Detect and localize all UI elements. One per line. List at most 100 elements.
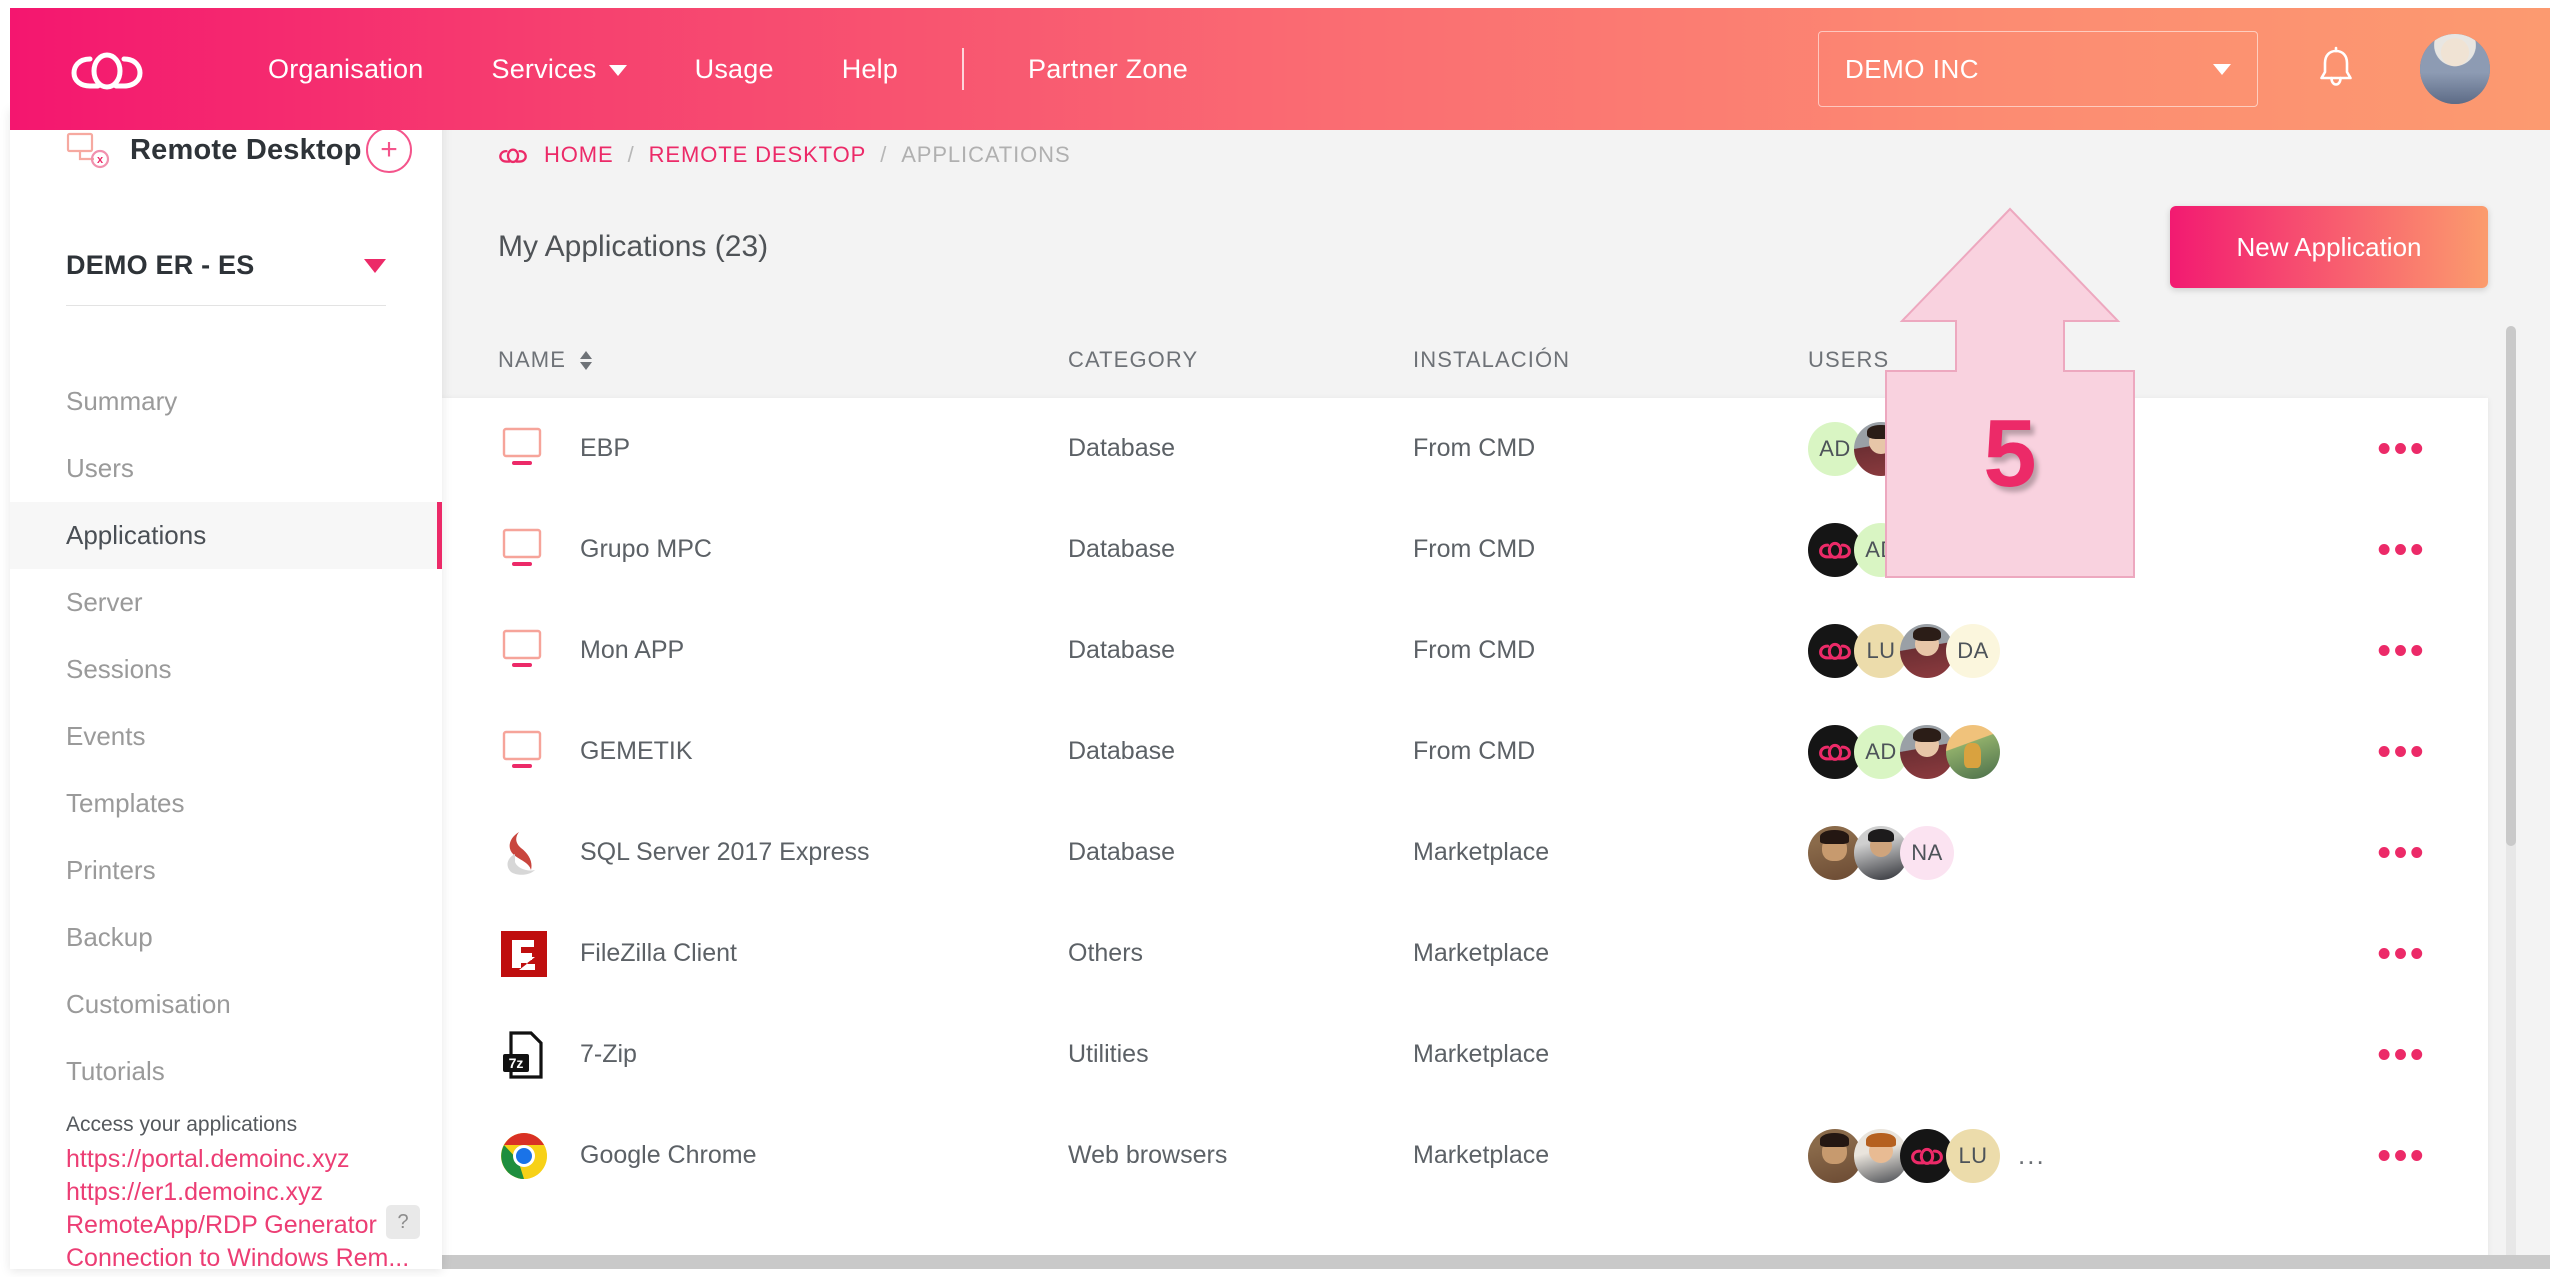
table-row[interactable]: Mon APP Database From CMD LU DA ••• xyxy=(442,600,2488,701)
vertical-scrollbar[interactable] xyxy=(2506,326,2516,1269)
column-label: NAME xyxy=(498,347,566,372)
avatar-image xyxy=(2420,34,2490,104)
bell-icon[interactable] xyxy=(2314,44,2358,94)
cell-name: GEMETIK xyxy=(498,729,1068,775)
nav-item-help[interactable]: Help xyxy=(808,54,932,85)
row-menu-icon[interactable]: ••• xyxy=(2316,1137,2488,1175)
sidebar-item-tutorials[interactable]: Tutorials xyxy=(10,1038,442,1105)
applications-table: EBP Database From CMD AD ••• Grupo MPC Databas… xyxy=(442,398,2488,1269)
sidebar-org-selector[interactable]: DEMO ER - ES xyxy=(66,250,386,306)
breadcrumb-remote-desktop[interactable]: REMOTE DESKTOP xyxy=(649,142,867,168)
row-menu-icon[interactable]: ••• xyxy=(2316,935,2488,973)
remote-desktop-icon: x xyxy=(66,131,112,169)
add-service-button[interactable]: + xyxy=(366,127,412,173)
filezilla-icon xyxy=(498,930,550,977)
table-row[interactable]: Grupo MPC Database From CMD AD ••• xyxy=(442,499,2488,600)
tutorials-links-block: Access your applications https://portal.… xyxy=(10,1113,442,1269)
tutorial-link-er1[interactable]: https://er1.demoinc.xyz xyxy=(66,1176,418,1209)
cell-name: EBP xyxy=(498,426,1068,472)
sidebar-item-customisation[interactable]: Customisation xyxy=(10,971,442,1038)
avatar[interactable] xyxy=(2420,34,2490,104)
sort-toggle-icon[interactable] xyxy=(579,350,592,370)
tutorial-link-windows-rem[interactable]: Connection to Windows Rem... xyxy=(66,1242,418,1269)
row-menu-icon[interactable]: ••• xyxy=(2316,1036,2488,1074)
avatar-photo[interactable] xyxy=(1900,522,1954,577)
main-nav: Organisation Services Usage Help Partner… xyxy=(234,48,1222,90)
avatar-group: NA xyxy=(1808,825,2316,880)
horizontal-scrollbar[interactable] xyxy=(442,1255,2550,1269)
row-menu-icon[interactable]: ••• xyxy=(2316,834,2488,872)
cell-actions: ••• xyxy=(2316,430,2488,468)
top-header: Organisation Services Usage Help Partner… xyxy=(10,8,2550,130)
sidebar-item-printers[interactable]: Printers xyxy=(10,837,442,904)
chevron-down-icon xyxy=(364,258,386,273)
avatar-initials[interactable]: LU xyxy=(1946,1128,2000,1183)
avatar-initials[interactable]: NA xyxy=(1900,825,1954,880)
column-header-installation[interactable]: INSTALACIÓN xyxy=(1413,347,1808,373)
nav-label: Usage xyxy=(694,53,774,84)
row-menu-icon[interactable]: ••• xyxy=(2316,430,2488,468)
tutorial-link-portal[interactable]: https://portal.demoinc.xyz xyxy=(66,1143,418,1176)
sidebar-item-label: Printers xyxy=(66,855,156,885)
sidebar-item-label: Tutorials xyxy=(66,1056,165,1086)
tutorial-link-rdp-generator[interactable]: RemoteApp/RDP Generator xyxy=(66,1209,418,1242)
table-row[interactable]: FileZilla Client Others Marketplace ••• xyxy=(442,903,2488,1004)
sidebar-item-applications[interactable]: Applications xyxy=(10,502,442,569)
nav-divider xyxy=(962,48,965,90)
cell-actions: ••• xyxy=(2316,834,2488,872)
sidebar-org-name: DEMO ER - ES xyxy=(66,250,255,280)
breadcrumb-current: APPLICATIONS xyxy=(901,142,1071,167)
breadcrumb-home[interactable]: HOME xyxy=(544,142,614,168)
cell-category: Database xyxy=(1068,838,1176,866)
cell-name: 7z 7-Zip xyxy=(498,1030,1068,1079)
avatar-initials[interactable]: DA xyxy=(1946,623,2000,678)
cell-users: AD xyxy=(1808,522,2316,577)
table-row[interactable]: GEMETIK Database From CMD AD ••• xyxy=(442,701,2488,802)
generic-app-icon xyxy=(498,527,550,573)
nav-item-organisation[interactable]: Organisation xyxy=(234,54,458,85)
cell-installation: From CMD xyxy=(1413,535,1536,563)
table-row[interactable]: EBP Database From CMD AD ••• xyxy=(442,398,2488,499)
org-selector-value: DEMO INC xyxy=(1845,53,1979,84)
sidebar-item-label: Applications xyxy=(66,520,207,550)
application-name: SQL Server 2017 Express xyxy=(580,838,870,866)
application-name: Mon APP xyxy=(580,636,685,664)
table-row[interactable]: 7z 7-Zip Utilities Marketplace ••• xyxy=(442,1004,2488,1105)
avatar-overflow-indicator[interactable]: ... xyxy=(2018,1140,2046,1171)
svg-text:x: x xyxy=(97,154,104,166)
cell-users: NA xyxy=(1808,825,2316,880)
column-header-name[interactable]: NAME xyxy=(498,347,1068,373)
scrollbar-thumb[interactable] xyxy=(2506,326,2516,846)
row-menu-icon[interactable]: ••• xyxy=(2316,632,2488,670)
row-menu-icon[interactable]: ••• xyxy=(2316,531,2488,569)
sidebar-item-events[interactable]: Events xyxy=(10,703,442,770)
avatar-group: LU DA xyxy=(1808,623,2316,678)
column-header-users[interactable]: USERS xyxy=(1808,347,2378,373)
avatar-photo[interactable] xyxy=(1900,421,1954,476)
nav-item-services[interactable]: Services xyxy=(458,54,661,85)
avatar-photo[interactable] xyxy=(1946,724,2000,779)
sidebar-item-summary[interactable]: Summary xyxy=(10,368,442,435)
sidebar-item-backup[interactable]: Backup xyxy=(10,904,442,971)
cloud-logo-icon[interactable] xyxy=(68,41,146,97)
row-menu-icon[interactable]: ••• xyxy=(2316,733,2488,771)
sidebar-item-users[interactable]: Users xyxy=(10,435,442,502)
sidebar-item-label: Sessions xyxy=(66,654,172,684)
table-row[interactable]: Google Chrome Web browsers Marketplace LU..… xyxy=(442,1105,2488,1206)
cell-users: AD xyxy=(1808,724,2316,779)
org-selector[interactable]: DEMO INC xyxy=(1818,31,2258,107)
nav-label: Organisation xyxy=(268,53,424,84)
cell-actions: ••• xyxy=(2316,632,2488,670)
cell-category: Web browsers xyxy=(1068,1141,1228,1169)
table-row[interactable]: SQL Server 2017 Express Database Marketpla… xyxy=(442,802,2488,903)
nav-item-partner-zone[interactable]: Partner Zone xyxy=(994,54,1222,85)
column-header-category[interactable]: CATEGORY xyxy=(1068,347,1413,373)
sidebar-item-sessions[interactable]: Sessions xyxy=(10,636,442,703)
avatar-group: AD xyxy=(1808,421,2316,476)
generic-app-icon xyxy=(498,628,550,674)
sidebar-item-templates[interactable]: Templates xyxy=(10,770,442,837)
help-icon[interactable]: ? xyxy=(386,1205,420,1239)
nav-item-usage[interactable]: Usage xyxy=(661,54,808,85)
sidebar-item-server[interactable]: Server xyxy=(10,569,442,636)
new-application-button[interactable]: New Application xyxy=(2170,206,2488,288)
